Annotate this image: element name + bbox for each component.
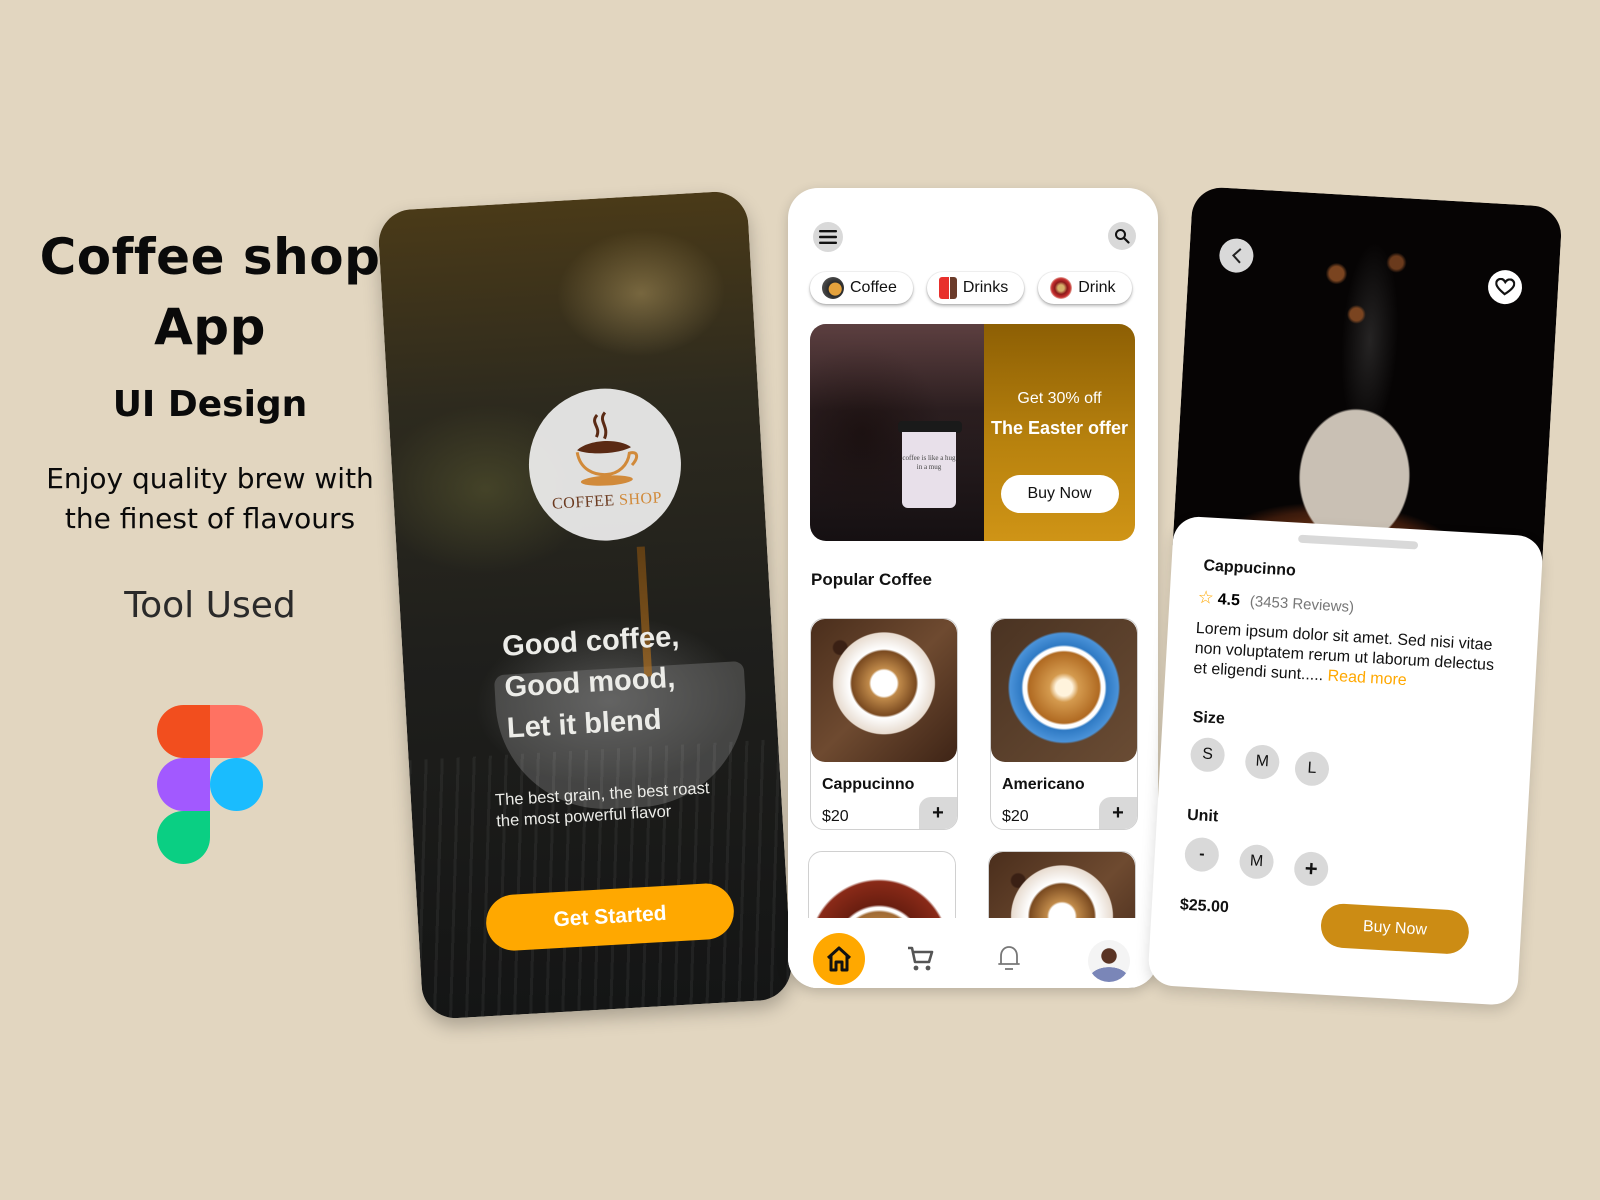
star-icon: ☆ (1197, 586, 1215, 608)
promo-banner[interactable]: coffee is like a hug in a mug Get 30% of… (810, 324, 1135, 541)
promo-title: The Easter offer (990, 418, 1129, 438)
buy-now-button[interactable]: Buy Now (1319, 902, 1471, 956)
total-price: $25.00 (1179, 896, 1230, 917)
category-chip-drink[interactable]: Drink (1038, 272, 1132, 304)
cup-print: coffee is like a hug in a mug (902, 432, 956, 508)
size-option-l[interactable]: L (1294, 750, 1330, 787)
nav-cart[interactable] (906, 944, 934, 977)
figma-shape-coral (210, 705, 263, 758)
promo-buy-now-button[interactable]: Buy Now (1000, 475, 1119, 513)
category-label: Coffee (850, 279, 897, 296)
figma-logo-icon (157, 705, 263, 864)
figma-shape-purple (157, 758, 210, 811)
product-photo (811, 619, 957, 762)
rating-score: 4.5 (1217, 591, 1241, 610)
category-label: Drink (1078, 279, 1116, 296)
nav-home[interactable] (813, 933, 865, 985)
figma-shape-blue (210, 758, 263, 811)
promo-discount: Get 30% off (1017, 390, 1102, 407)
product-description: Lorem ipsum dolor sit amet. Sed nisi vit… (1193, 619, 1506, 697)
category-chip-coffee[interactable]: Coffee (810, 272, 913, 304)
product-card[interactable]: Americano $20 + (990, 618, 1138, 830)
hamburger-menu-icon (819, 230, 837, 244)
logo-text: COFFEE SHOP (552, 489, 663, 513)
drag-handle[interactable] (1297, 534, 1419, 550)
unit-decrement-button[interactable]: - (1183, 836, 1220, 873)
detail-screen: Cappucinno ☆ 4.5 (3453 Reviews) Lorem ip… (1147, 186, 1563, 1006)
product-price: $20 (1002, 808, 1029, 825)
page-subtitle: UI Design (112, 384, 308, 425)
back-button[interactable] (1218, 237, 1255, 274)
product-name: Americano (1002, 776, 1085, 793)
read-more-link[interactable]: Read more (1327, 668, 1407, 690)
category-label: Drinks (962, 279, 1009, 296)
size-option-s[interactable]: S (1189, 736, 1226, 773)
heart-icon (1495, 277, 1516, 296)
coffee-shop-logo: COFFEE SHOP (524, 384, 686, 545)
favorite-button[interactable] (1487, 269, 1523, 306)
unit-value: M (1238, 843, 1275, 880)
bell-icon (998, 946, 1020, 970)
cart-icon (908, 946, 934, 971)
chevron-left-icon (1231, 248, 1242, 264)
category-chips: Coffee Drinks Drink (810, 272, 1132, 304)
unit-label: Unit (1186, 806, 1219, 826)
product-photo (991, 619, 1137, 762)
logo-word-shop: SHOP (618, 489, 663, 509)
add-to-cart-button[interactable]: + (1099, 797, 1137, 829)
figma-shape-green (157, 811, 210, 864)
section-title: Popular Coffee (811, 570, 932, 589)
review-count: (3453 Reviews) (1249, 592, 1355, 616)
detail-sheet: Cappucinno ☆ 4.5 (3453 Reviews) Lorem ip… (1147, 515, 1544, 1006)
nav-notifications[interactable] (996, 944, 1022, 977)
intro-block: Coffee shop App UI Design Enjoy quality … (30, 222, 390, 626)
search-button[interactable] (1108, 222, 1136, 250)
profile-avatar[interactable] (1088, 940, 1130, 982)
home-icon (826, 946, 852, 972)
size-option-m[interactable]: M (1244, 743, 1281, 780)
coffee-cup-icon (822, 277, 844, 299)
search-icon (1115, 229, 1130, 244)
splash-headline: Good coffee, Good mood, Let it blend (501, 617, 685, 750)
page-title: Coffee shop App (30, 222, 390, 362)
unit-increment-button[interactable]: + (1293, 850, 1330, 887)
size-label: Size (1192, 708, 1226, 728)
title-line-2: App (154, 298, 266, 356)
category-chip-drinks[interactable]: Drinks (926, 272, 1025, 304)
coffee-cup-logo-icon (575, 411, 639, 486)
drink-platter-icon (1050, 277, 1073, 299)
tool-used-label: Tool Used (124, 585, 296, 626)
promo-panel: Get 30% off The Easter offer Buy Now (984, 324, 1135, 541)
tagline: Enjoy quality brew with the finest of fl… (46, 462, 374, 535)
product-rating: ☆ 4.5 (3453 Reviews) (1197, 587, 1355, 617)
product-name: Cappucinno (1203, 557, 1297, 580)
splash-screen: COFFEE SHOP Good coffee, Good mood, Let … (376, 190, 794, 1020)
home-screen: Coffee Drinks Drink coffee is like a hug… (788, 188, 1158, 988)
menu-button[interactable] (813, 222, 843, 252)
promo-photo: coffee is like a hug in a mug (810, 324, 984, 541)
title-line-1: Coffee shop (39, 228, 381, 286)
product-price: $20 (822, 808, 849, 825)
product-name: Cappucinno (822, 776, 915, 793)
figma-shape-red (157, 705, 210, 758)
drinks-icon (938, 277, 957, 299)
logo-word-coffee: COFFEE (551, 492, 616, 513)
product-hero-photo (1172, 186, 1563, 567)
add-to-cart-button[interactable]: + (919, 797, 957, 829)
product-card[interactable]: Cappucinno $20 + (810, 618, 958, 830)
